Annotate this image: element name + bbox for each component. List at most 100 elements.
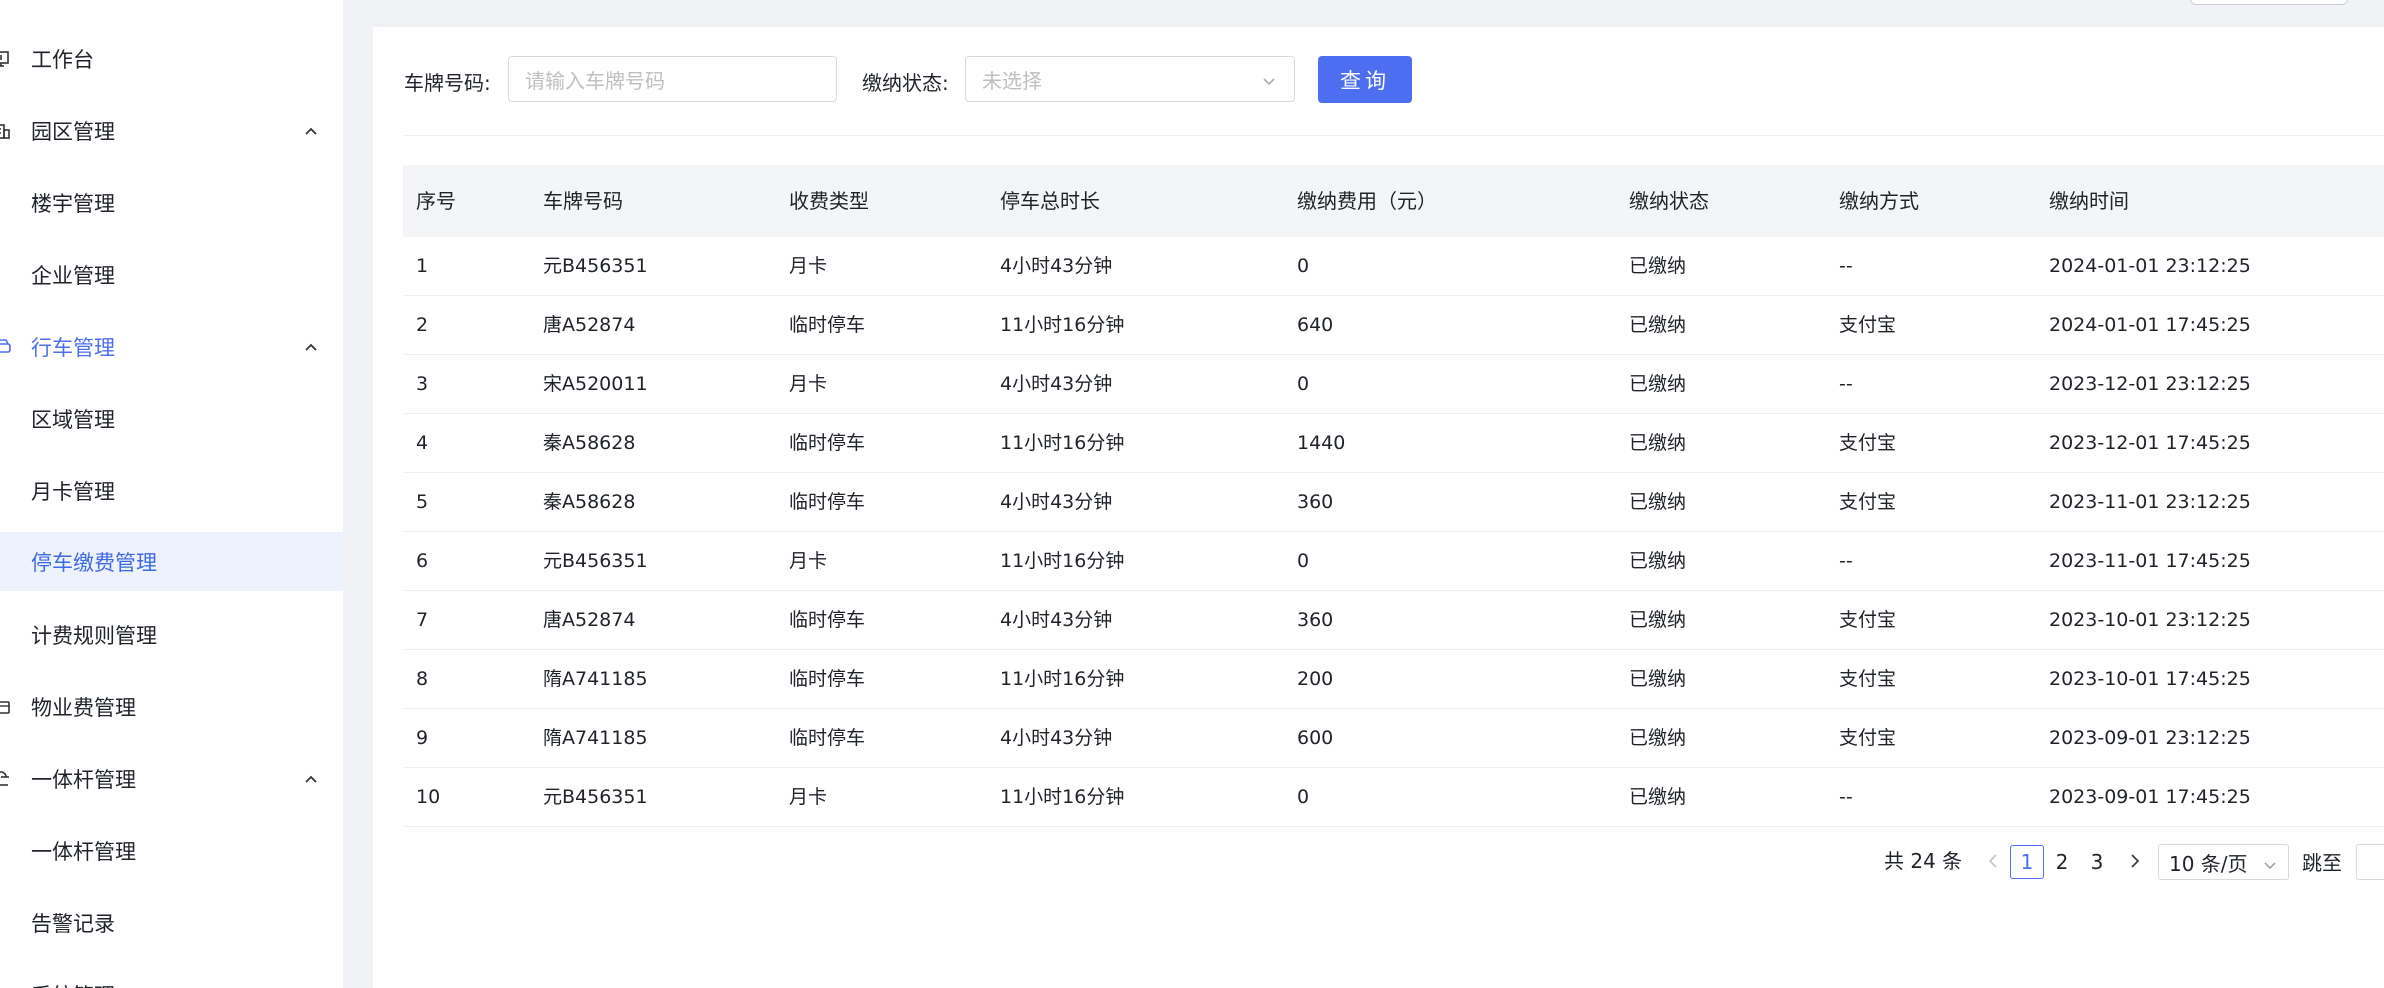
chevron-up-icon [302,770,320,788]
sidebar-item-property-fee[interactable]: 物业费管理 [0,677,343,736]
parking-duration-cell: 4小时43分钟 [1000,609,1113,631]
plate-number-cell: 宋A520011 [543,373,648,395]
payment-method-cell: -- [1839,255,1853,277]
sidebar: 工作台 园区管理 楼宇管理 企业管理 行车管理 区域管理 月卡管理 停车缴费管理… [0,0,343,988]
sidebar-item-label: 物业费管理 [31,695,136,720]
page-3-button[interactable]: 3 [2080,845,2114,879]
system-icon [0,985,12,988]
payment-method-cell: 支付宝 [1839,609,1897,631]
page-1-button[interactable]: 1 [2010,845,2044,879]
sidebar-item-building[interactable]: 楼宇管理 [0,173,343,232]
jump-to-label: 跳至 [2302,851,2342,875]
payment-status-cell: 已缴纳 [1629,255,1687,277]
row-index-cell: 3 [416,373,429,395]
fee-type-cell: 临时停车 [789,609,866,631]
parking-duration-cell: 11小时16分钟 [1000,668,1125,690]
chevron-down-icon [2262,854,2278,870]
parking-duration-cell: 11小时16分钟 [1000,314,1125,336]
parking-duration-cell: 4小时43分钟 [1000,727,1113,749]
table-row: 1 元B456351 月卡 4小时43分钟 0 已缴纳 -- 2024-01-01 23:12… [403,237,2384,296]
sidebar-item-alarm-records[interactable]: 告警记录 [0,893,343,952]
row-index-cell: 10 [416,786,441,808]
fee-type-cell: 临时停车 [789,491,866,513]
column-header: 缴纳状态 [1629,189,1709,213]
fee-type-cell: 临时停车 [789,727,866,749]
fee-amount-cell: 360 [1297,491,1334,513]
fee-type-cell: 月卡 [789,255,828,277]
payment-time-cell: 2023-09-01 23:12:25 [2049,727,2251,749]
payment-time-cell: 2023-10-01 17:45:25 [2049,668,2251,690]
payment-method-cell: 支付宝 [1839,668,1897,690]
table-row: 6 元B456351 月卡 11小时16分钟 0 已缴纳 -- 2023-11-01 17:4… [403,532,2384,591]
payment-status-label: 缴纳状态: [862,71,949,95]
payment-time-cell: 2024-01-01 17:45:25 [2049,314,2251,336]
payment-method-cell: -- [1839,373,1853,395]
payment-time-cell: 2024-01-01 23:12:25 [2049,255,2251,277]
table-body: 1 元B456351 月卡 4小时43分钟 0 已缴纳 -- 2024-01-01 23:12… [403,237,2384,827]
payment-status-cell: 已缴纳 [1629,550,1687,572]
building-icon [0,121,12,141]
payment-time-cell: 2023-12-01 17:45:25 [2049,432,2251,454]
sidebar-item-label: 区域管理 [31,407,115,432]
row-index-cell: 4 [416,432,429,454]
payment-time-cell: 2023-12-01 23:12:25 [2049,373,2251,395]
sidebar-item-barrier-gate-management[interactable]: 一体杆管理 [0,749,343,808]
payment-status-select[interactable]: 未选择 [965,56,1295,102]
sidebar-item-monthly-card[interactable]: 月卡管理 [0,461,343,520]
row-index-cell: 7 [416,609,429,631]
plate-number-cell: 隋A741185 [543,727,648,749]
payment-method-cell: 支付宝 [1839,727,1897,749]
barrier-gate-icon [0,769,12,789]
sidebar-item-barrier-gate[interactable]: 一体杆管理 [0,821,343,880]
payment-status-cell: 已缴纳 [1629,786,1687,808]
parking-duration-cell: 11小时16分钟 [1000,432,1125,454]
column-header: 缴纳时间 [2049,189,2129,213]
row-index-cell: 2 [416,314,429,336]
sidebar-item-parking-fee[interactable]: 停车缴费管理 [0,532,343,591]
page-size-select[interactable]: 10 条/页 [2158,844,2289,880]
prev-page-icon[interactable] [1984,850,2002,872]
table-row: 7 唐A52874 临时停车 4小时43分钟 360 已缴纳 支付宝 2023-10-01 2… [403,591,2384,650]
jump-to-input[interactable] [2356,844,2384,880]
plate-number-label: 车牌号码: [404,71,491,95]
payment-method-cell: 支付宝 [1839,432,1897,454]
table-row: 3 宋A520011 月卡 4小时43分钟 0 已缴纳 -- 2023-12-01 23:12… [403,355,2384,414]
query-button[interactable]: 查询 [1318,56,1412,103]
fee-amount-cell: 0 [1297,786,1310,808]
fee-type-cell: 月卡 [789,786,828,808]
next-page-icon[interactable] [2126,850,2144,872]
fee-amount-cell: 0 [1297,550,1310,572]
sidebar-item-workbench[interactable]: 工作台 [0,29,343,88]
sidebar-item-area[interactable]: 区域管理 [0,389,343,448]
sidebar-item-billing-rules[interactable]: 计费规则管理 [0,605,343,664]
payment-status-cell: 已缴纳 [1629,609,1687,631]
parking-duration-cell: 4小时43分钟 [1000,255,1113,277]
workbench-icon [0,49,12,69]
fee-amount-cell: 0 [1297,255,1310,277]
sidebar-item-label: 一体杆管理 [31,839,136,864]
payment-status-placeholder: 未选择 [982,68,1042,93]
plate-number-input[interactable]: 请输入车牌号码 [508,56,837,102]
payment-time-cell: 2023-11-01 17:45:25 [2049,550,2251,572]
page-2-button[interactable]: 2 [2045,845,2079,879]
fee-amount-cell: 200 [1297,668,1334,690]
sidebar-item-label: 计费规则管理 [31,623,157,648]
sidebar-item-park-management[interactable]: 园区管理 [0,101,343,160]
parking-fee-table: 序号 车牌号码 收费类型 停车总时长 缴纳费用（元） 缴纳状态 缴纳方式 缴纳时… [403,165,2384,827]
column-header: 序号 [416,189,456,213]
car-icon [0,337,12,357]
plate-number-cell: 秦A58628 [543,432,636,454]
table-row: 2 唐A52874 临时停车 11小时16分钟 640 已缴纳 支付宝 2024-01-01 … [403,296,2384,355]
row-index-cell: 5 [416,491,429,513]
fee-type-cell: 月卡 [789,550,828,572]
sidebar-item-label: 企业管理 [31,263,115,288]
sidebar-item-system-management[interactable]: 系统管理 [0,965,343,988]
column-header: 停车总时长 [1000,189,1100,213]
payment-time-cell: 2023-10-01 23:12:25 [2049,609,2251,631]
sidebar-item-enterprise[interactable]: 企业管理 [0,245,343,304]
top-action-button[interactable] [2190,0,2348,5]
payment-time-cell: 2023-09-01 17:45:25 [2049,786,2251,808]
sidebar-item-traffic-management[interactable]: 行车管理 [0,317,343,376]
fee-type-cell: 月卡 [789,373,828,395]
plate-number-cell: 元B456351 [543,550,648,572]
